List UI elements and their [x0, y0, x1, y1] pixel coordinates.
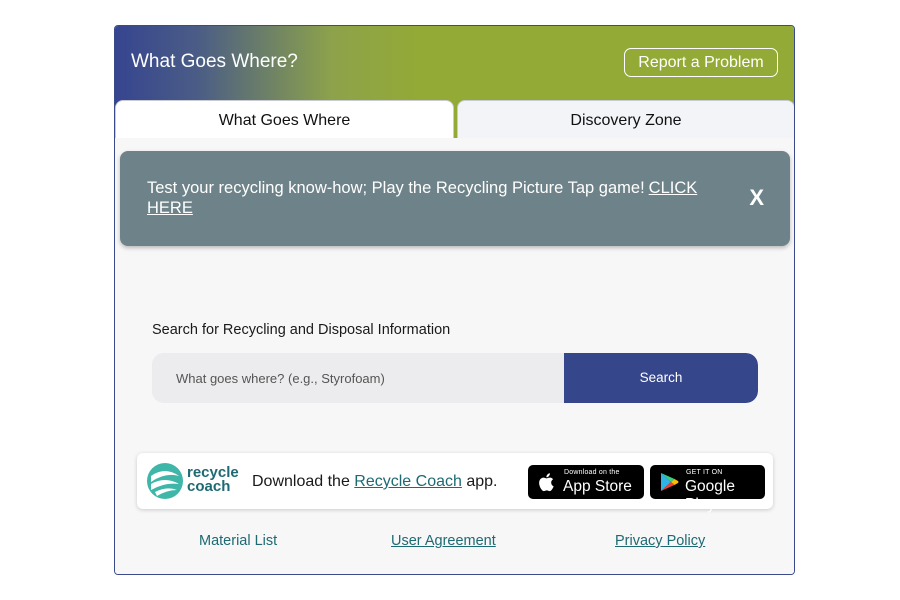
what-goes-where-widget: What Goes Where? Report a Problem What G… — [114, 25, 795, 575]
search-bar: Search — [152, 353, 758, 403]
search-label: Search for Recycling and Disposal Inform… — [152, 322, 451, 338]
recycle-coach-bar: recycle coach Download the Recycle Coach… — [137, 453, 773, 513]
report-problem-button[interactable]: Report a Problem — [624, 48, 778, 77]
download-text-before: Download the — [252, 473, 350, 490]
recycle-coach-link[interactable]: Recycle Coach — [354, 473, 462, 490]
recycle-coach-logo-text: recycle coach — [187, 465, 239, 495]
banner-message: Test your recycling know-how; Play the R… — [147, 178, 727, 218]
privacy-policy-link[interactable]: Privacy Policy — [615, 533, 705, 549]
tab-content: Test your recycling know-how; Play the R… — [115, 138, 794, 574]
game-promo-banner: Test your recycling know-how; Play the R… — [120, 151, 790, 246]
app-store-big-text: App Store — [563, 478, 632, 495]
widget-header: What Goes Where? Report a Problem What G… — [115, 26, 794, 138]
download-text-after: app. — [466, 473, 498, 490]
logo-line-coach: coach — [187, 478, 231, 495]
user-agreement-link[interactable]: User Agreement — [391, 533, 496, 549]
banner-text: Test your recycling know-how; Play the R… — [147, 179, 645, 197]
tab-discovery-zone[interactable]: Discovery Zone — [457, 100, 794, 138]
material-list-link[interactable]: Material List — [199, 533, 277, 549]
app-store-badge[interactable]: Download on the App Store — [528, 465, 644, 499]
recycle-coach-logo-icon — [147, 463, 183, 499]
app-store-small-text: Download on the — [564, 469, 620, 476]
search-input[interactable] — [152, 353, 564, 403]
tab-what-goes-where[interactable]: What Goes Where — [115, 100, 454, 138]
search-button[interactable]: Search — [564, 353, 758, 403]
google-play-big-text: Google Play — [685, 478, 735, 513]
widget-title: What Goes Where? — [131, 51, 298, 72]
banner-close-button[interactable]: X — [749, 187, 764, 209]
google-play-badge[interactable]: GET IT ON Google Play — [650, 465, 765, 513]
recycle-coach-download-text: Download the Recycle Coach app. — [252, 473, 498, 491]
apple-icon — [539, 473, 554, 492]
google-play-small-text: GET IT ON — [686, 469, 723, 476]
google-play-icon — [661, 473, 679, 491]
